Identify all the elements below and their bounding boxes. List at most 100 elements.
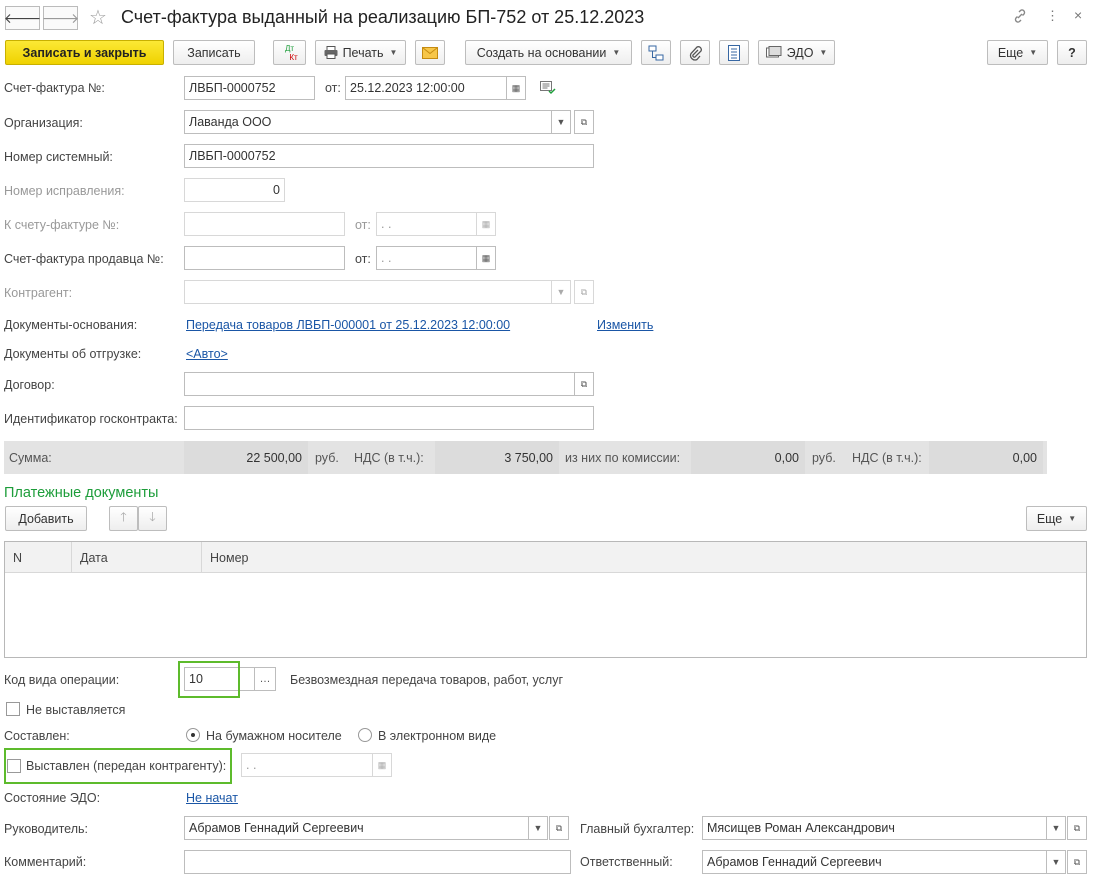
- seller-invoice-date-label: от:: [355, 252, 371, 266]
- seller-invoice-date-field[interactable]: . .: [376, 246, 477, 270]
- seller-invoice-field[interactable]: [184, 246, 345, 270]
- gov-contract-id-field[interactable]: [184, 406, 594, 430]
- organization-dropdown-button[interactable]: ▼: [551, 110, 571, 134]
- invoice-number-label: Счет-фактура №:: [4, 81, 105, 95]
- electronic-radio[interactable]: [358, 728, 372, 742]
- report-icon: [728, 44, 740, 61]
- more-label: Еще: [997, 45, 1024, 60]
- document-check-icon[interactable]: [540, 81, 556, 95]
- responsible-open-button[interactable]: ⧉: [1067, 850, 1087, 874]
- open-icon: ⧉: [580, 286, 588, 297]
- column-date[interactable]: Дата: [72, 542, 202, 573]
- save-and-close-button[interactable]: Записать и закрыть: [5, 40, 164, 65]
- correction-number-field[interactable]: 0: [184, 178, 285, 202]
- to-invoice-label: К счету-фактуре №:: [4, 218, 120, 232]
- column-n[interactable]: N: [5, 542, 72, 573]
- dtkt-button[interactable]: Дт Кт: [273, 40, 306, 65]
- edo-state-link[interactable]: Не начат: [186, 791, 238, 805]
- counterparty-dropdown-button[interactable]: ▼: [551, 280, 571, 304]
- forward-arrow-icon: 🡒: [41, 9, 80, 26]
- back-arrow-icon: 🡐: [3, 9, 42, 26]
- shipment-documents-link[interactable]: <Авто>: [186, 347, 228, 361]
- invoice-form-window: 🡐 🡒 ☆ Счет-фактура выданный на реализаци…: [0, 0, 1093, 882]
- manager-dropdown-button[interactable]: ▼: [528, 816, 548, 840]
- vat-value: 3 750,00: [435, 441, 559, 474]
- table-header: N Дата Номер: [5, 542, 1086, 573]
- forward-button[interactable]: 🡒: [41, 6, 80, 30]
- totals-bar: Сумма: 22 500,00 руб. НДС (в т.ч.): 3 75…: [4, 441, 1047, 474]
- base-documents-link[interactable]: Передача товаров ЛВБП-000001 от 25.12.20…: [186, 318, 510, 332]
- chief-accountant-dropdown-button[interactable]: ▼: [1046, 816, 1066, 840]
- to-invoice-date-label: от:: [355, 218, 371, 232]
- move-up-button[interactable]: 🡑: [109, 506, 138, 531]
- star-icon[interactable]: ☆: [89, 6, 107, 30]
- chief-accountant-open-button[interactable]: ⧉: [1067, 816, 1087, 840]
- structure-button[interactable]: [641, 40, 671, 65]
- correction-number-label: Номер исправления:: [4, 184, 125, 198]
- payments-more-button[interactable]: Еще ▼: [1026, 506, 1087, 531]
- responsible-field[interactable]: Абрамов Геннадий Сергеевич: [702, 850, 1047, 874]
- dt-label: Дт: [284, 43, 295, 53]
- more-button[interactable]: Еще ▼: [987, 40, 1048, 65]
- print-label: Печать: [342, 45, 384, 60]
- organization-field[interactable]: Лаванда ООО: [184, 110, 552, 134]
- move-down-button[interactable]: 🡓: [138, 506, 167, 531]
- comment-field[interactable]: [184, 850, 571, 874]
- attachments-button[interactable]: [680, 40, 710, 65]
- organization-open-button[interactable]: ⧉: [574, 110, 594, 134]
- chief-accountant-label: Главный бухгалтер:: [580, 822, 695, 836]
- invoice-date-field[interactable]: 25.12.2023 12:00:00: [345, 76, 507, 100]
- change-link[interactable]: Изменить: [597, 318, 653, 332]
- add-payment-button[interactable]: Добавить: [5, 506, 87, 531]
- commission-value: 0,00: [691, 441, 805, 474]
- invoice-date-label: от:: [325, 81, 341, 95]
- kebab-icon[interactable]: ⋮: [1046, 8, 1059, 24]
- base-documents-label: Документы-основания:: [4, 318, 138, 332]
- chief-accountant-field[interactable]: Мясищев Роман Александрович: [702, 816, 1047, 840]
- payment-documents-table[interactable]: N Дата Номер: [4, 541, 1087, 658]
- counterparty-open-button[interactable]: ⧉: [574, 280, 594, 304]
- manager-open-button[interactable]: ⧉: [549, 816, 569, 840]
- back-button[interactable]: 🡐: [3, 6, 42, 30]
- print-button[interactable]: Печать ▼: [315, 40, 406, 65]
- close-icon[interactable]: ×: [1074, 7, 1082, 23]
- contract-field[interactable]: [184, 372, 575, 396]
- create-based-button[interactable]: Создать на основании ▼: [465, 40, 632, 65]
- link-icon[interactable]: [1012, 8, 1028, 24]
- calendar-icon: ▦: [511, 82, 521, 93]
- operation-code-select-button[interactable]: …: [254, 667, 276, 691]
- responsible-dropdown-button[interactable]: ▼: [1046, 850, 1066, 874]
- seller-invoice-calendar-button[interactable]: ▦: [476, 246, 496, 270]
- paper-radio[interactable]: [186, 728, 200, 742]
- issued-calendar-button[interactable]: ▦: [372, 753, 392, 777]
- column-number[interactable]: Номер: [202, 542, 1086, 573]
- kt-label: Кт: [289, 52, 298, 62]
- chevron-down-icon: ▼: [1029, 48, 1038, 57]
- to-invoice-calendar-button[interactable]: ▦: [476, 212, 496, 236]
- save-button[interactable]: Записать: [173, 40, 255, 65]
- counterparty-field[interactable]: [184, 280, 552, 304]
- ellipsis-icon: …: [259, 673, 271, 685]
- operation-code-label: Код вида операции:: [4, 673, 120, 687]
- manager-field[interactable]: Абрамов Геннадий Сергеевич: [184, 816, 529, 840]
- contract-label: Договор:: [4, 378, 55, 392]
- printer-icon: [324, 46, 338, 59]
- edo-state-label: Состояние ЭДО:: [4, 791, 101, 805]
- report-button[interactable]: [719, 40, 749, 65]
- calendar-icon: ▦: [481, 218, 491, 229]
- invoice-number-field[interactable]: ЛВБП-0000752: [184, 76, 315, 100]
- chevron-down-icon: ▼: [1068, 514, 1077, 523]
- calendar-button[interactable]: ▦: [506, 76, 526, 100]
- contract-open-button[interactable]: ⧉: [574, 372, 594, 396]
- send-email-button[interactable]: [415, 40, 445, 65]
- to-invoice-date-field[interactable]: . .: [376, 212, 477, 236]
- issued-highlight: [4, 748, 232, 784]
- help-button[interactable]: ?: [1057, 40, 1087, 65]
- to-invoice-field[interactable]: [184, 212, 345, 236]
- organization-label: Организация:: [4, 116, 83, 130]
- system-number-field[interactable]: ЛВБП-0000752: [184, 144, 594, 168]
- issued-date-field[interactable]: . .: [241, 753, 373, 777]
- not-issued-checkbox[interactable]: [6, 702, 20, 716]
- edo-button[interactable]: ЭДО ▼: [758, 40, 835, 65]
- open-icon: ⧉: [555, 822, 563, 833]
